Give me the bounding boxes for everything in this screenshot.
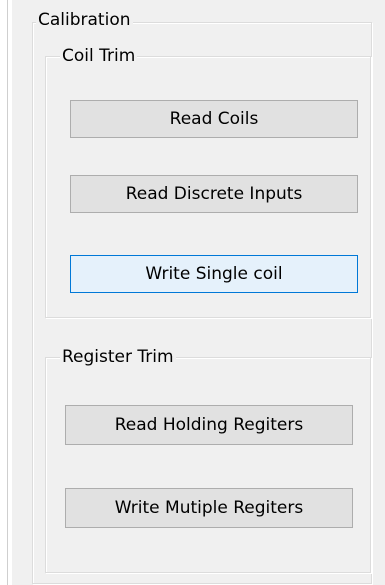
calibration-panel: Calibration Coil Trim Read Coils Read Di… [0, 0, 385, 585]
panel-divider [7, 0, 8, 585]
write-multiple-registers-button[interactable]: Write Mutiple Regiters [65, 488, 353, 528]
read-holding-registers-button[interactable]: Read Holding Regiters [65, 405, 353, 445]
read-coils-button[interactable]: Read Coils [70, 100, 358, 138]
register-trim-group-title: Register Trim [60, 347, 176, 367]
calibration-group-title: Calibration [36, 10, 133, 30]
write-single-coil-button[interactable]: Write Single coil [70, 255, 358, 293]
register-trim-groupbox [45, 357, 371, 573]
left-panel-edge [0, 0, 12, 585]
read-discrete-inputs-button[interactable]: Read Discrete Inputs [70, 175, 358, 213]
coil-trim-group-title: Coil Trim [60, 46, 138, 66]
